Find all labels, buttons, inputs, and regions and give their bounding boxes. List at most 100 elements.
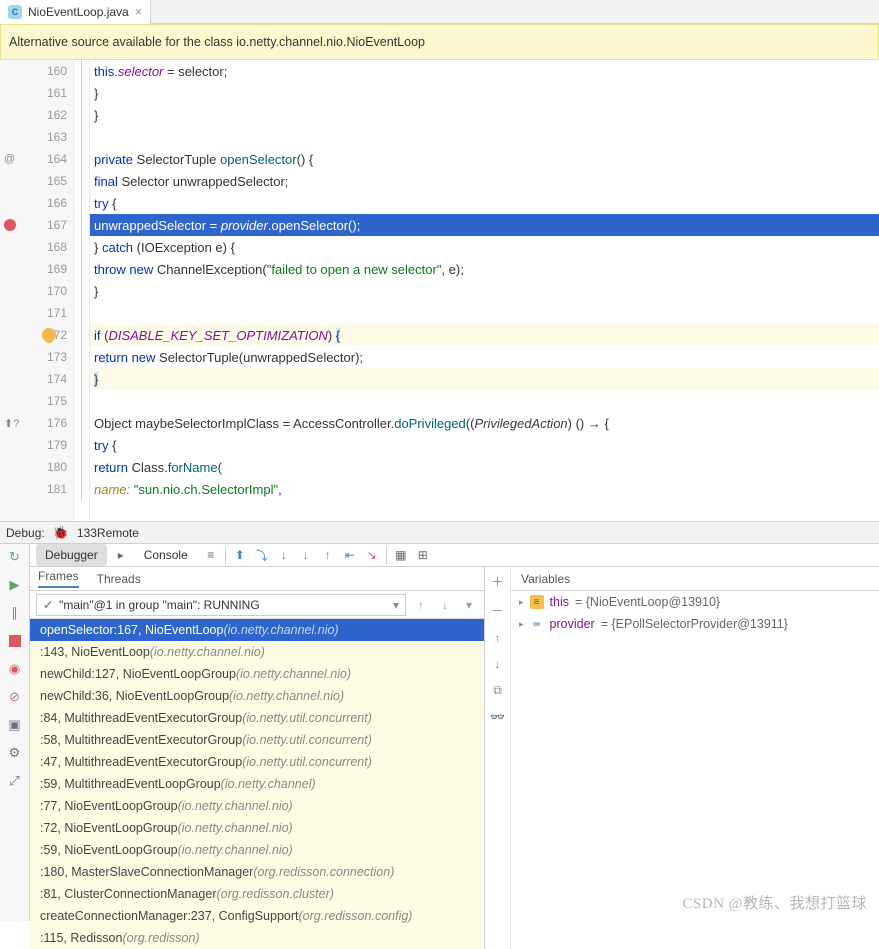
code-line[interactable]: name: "sun.nio.ch.SelectorImpl", <box>90 478 879 500</box>
pause-icon[interactable]: ∥ <box>6 604 24 622</box>
fold-column[interactable] <box>74 60 90 521</box>
line-number[interactable]: 175 <box>0 390 73 412</box>
code-line[interactable]: } catch (IOException e) { <box>90 236 879 258</box>
line-number[interactable]: 160 <box>0 60 73 82</box>
resume-icon[interactable]: ▶ <box>6 576 24 594</box>
force-step-into-icon[interactable]: ↓ <box>298 548 314 562</box>
bulb-icon[interactable] <box>39 325 59 345</box>
remove-watch-icon[interactable]: － <box>491 602 503 619</box>
close-icon[interactable]: × <box>135 4 143 19</box>
line-number[interactable]: 165 <box>0 170 73 192</box>
stack-frame[interactable]: :72, NioEventLoopGroup (io.netty.channel… <box>30 817 484 839</box>
stack-frame[interactable]: createConnectionManager:237, ConfigSuppo… <box>30 905 484 927</box>
threads-icon[interactable]: ≡ <box>203 548 219 562</box>
stack-frame[interactable]: :180, MasterSlaveConnectionManager (org.… <box>30 861 484 883</box>
code-line[interactable]: if (DISABLE_KEY_SET_OPTIMIZATION) { <box>90 324 879 346</box>
stack-frame[interactable]: openSelector:167, NioEventLoop (io.netty… <box>30 619 484 641</box>
step-over-icon[interactable]: ⤵ <box>254 547 270 564</box>
line-number[interactable]: 169 <box>0 258 73 280</box>
view-breakpoints-icon[interactable]: ◉ <box>6 660 24 678</box>
alternative-source-banner[interactable]: Alternative source available for the cla… <box>0 24 879 60</box>
line-number[interactable]: 168 <box>0 236 73 258</box>
code-line[interactable]: final Selector unwrappedSelector; <box>90 170 879 192</box>
editor-tab[interactable]: C NioEventLoop.java × <box>0 0 151 24</box>
camera-icon[interactable]: ▣ <box>6 716 24 734</box>
line-number[interactable]: 172 <box>0 324 73 346</box>
stack-frame[interactable]: :59, MultithreadEventLoopGroup (io.netty… <box>30 773 484 795</box>
step-into-icon[interactable]: ↓ <box>276 548 292 562</box>
line-number[interactable]: 164@ <box>0 148 73 170</box>
drop-frame-icon[interactable]: ⇤ <box>342 548 358 562</box>
subtab-frames[interactable]: Frames <box>38 569 79 588</box>
breakpoint-icon[interactable] <box>4 219 16 231</box>
line-number[interactable]: 176⬆? <box>0 412 73 434</box>
stop-icon[interactable] <box>6 632 24 650</box>
line-number[interactable]: 179 <box>0 434 73 456</box>
up-icon[interactable]: ↑ <box>495 631 501 645</box>
thread-selector[interactable]: ✓ "main"@1 in group "main": RUNNING ▾ <box>36 594 406 616</box>
pin-icon[interactable]: ⤢ <box>6 772 24 790</box>
stack-frame[interactable]: :47, MultithreadEventExecutorGroup (io.n… <box>30 751 484 773</box>
run-to-cursor-icon[interactable]: ↘ <box>364 548 380 562</box>
stack-frame[interactable]: :58, MultithreadEventExecutorGroup (io.n… <box>30 729 484 751</box>
line-number[interactable]: 161 <box>0 82 73 104</box>
line-number[interactable]: 174 <box>0 368 73 390</box>
down-icon[interactable]: ↓ <box>495 657 501 671</box>
line-number[interactable]: 162 <box>0 104 73 126</box>
code-line[interactable]: this.selector = selector; <box>90 60 879 82</box>
variable-row[interactable]: ▸∞provider = {EPollSelectorProvider@1391… <box>511 613 879 635</box>
code-area[interactable]: this.selector = selector; } } private Se… <box>90 60 879 521</box>
variables-list[interactable]: ▸≡this = {NioEventLoop@13910}▸∞provider … <box>511 591 879 635</box>
line-number[interactable]: 166 <box>0 192 73 214</box>
stack-frame[interactable]: :115, Redisson (org.redisson) <box>30 927 484 949</box>
code-line[interactable]: } <box>90 280 879 302</box>
tab-console[interactable]: Console <box>135 544 197 566</box>
code-line[interactable]: Object maybeSelectorImplClass = AccessCo… <box>90 412 879 434</box>
stack-frame[interactable]: :84, MultithreadEventExecutorGroup (io.n… <box>30 707 484 729</box>
evaluate-icon[interactable]: ▦ <box>393 548 409 562</box>
line-number[interactable]: 167 <box>0 214 73 236</box>
subtab-threads[interactable]: Threads <box>97 572 141 586</box>
new-watch-icon[interactable]: ＋ <box>491 573 503 590</box>
settings-icon[interactable]: ⚙ <box>6 744 24 762</box>
code-line[interactable]: try { <box>90 434 879 456</box>
step-out-icon[interactable]: ↑ <box>320 548 336 562</box>
code-line[interactable]: throw new ChannelException("failed to op… <box>90 258 879 280</box>
line-number[interactable]: 163 <box>0 126 73 148</box>
code-line[interactable]: } <box>90 104 879 126</box>
next-frame-icon[interactable]: ↓ <box>436 598 454 612</box>
code-line[interactable]: return Class.forName( <box>90 456 879 478</box>
code-line[interactable]: return new SelectorTuple(unwrappedSelect… <box>90 346 879 368</box>
stack-frame[interactable]: :81, ClusterConnectionManager (org.redis… <box>30 883 484 905</box>
tab-debugger[interactable]: Debugger <box>36 544 107 566</box>
mute-breakpoints-icon[interactable]: ⊘ <box>6 688 24 706</box>
trace-icon[interactable]: ⊞ <box>415 548 431 562</box>
line-number[interactable]: 170 <box>0 280 73 302</box>
show-execution-point-icon[interactable]: ⬆ <box>232 548 248 562</box>
code-line[interactable] <box>90 302 879 324</box>
stack-frame[interactable]: newChild:127, NioEventLoopGroup (io.nett… <box>30 663 484 685</box>
rerun-icon[interactable]: ↻ <box>6 548 24 566</box>
variable-row[interactable]: ▸≡this = {NioEventLoop@13910} <box>511 591 879 613</box>
code-line[interactable]: try { <box>90 192 879 214</box>
code-line[interactable]: } <box>90 82 879 104</box>
stack-frame[interactable]: :77, NioEventLoopGroup (io.netty.channel… <box>30 795 484 817</box>
filter-icon[interactable]: ▾ <box>460 598 478 612</box>
code-line[interactable] <box>90 390 879 412</box>
frames-list[interactable]: openSelector:167, NioEventLoop (io.netty… <box>30 619 484 949</box>
stack-frame[interactable]: :143, NioEventLoop (io.netty.channel.nio… <box>30 641 484 663</box>
code-line[interactable] <box>90 126 879 148</box>
line-number[interactable]: 173 <box>0 346 73 368</box>
glasses-icon[interactable]: 👓 <box>490 710 505 724</box>
editor-gutter[interactable]: 160161162163164@165166167168169170171172… <box>0 60 74 521</box>
copy-icon[interactable]: ⧉ <box>493 683 502 698</box>
line-number[interactable]: 171 <box>0 302 73 324</box>
stack-frame[interactable]: newChild:36, NioEventLoopGroup (io.netty… <box>30 685 484 707</box>
code-line[interactable]: private SelectorTuple openSelector() { <box>90 148 879 170</box>
line-number[interactable]: 180 <box>0 456 73 478</box>
code-line[interactable]: } <box>90 368 879 390</box>
stack-frame[interactable]: :59, NioEventLoopGroup (io.netty.channel… <box>30 839 484 861</box>
prev-frame-icon[interactable]: ↑ <box>412 598 430 612</box>
code-line[interactable]: unwrappedSelector = provider.openSelecto… <box>90 214 879 236</box>
line-number[interactable]: 181 <box>0 478 73 500</box>
